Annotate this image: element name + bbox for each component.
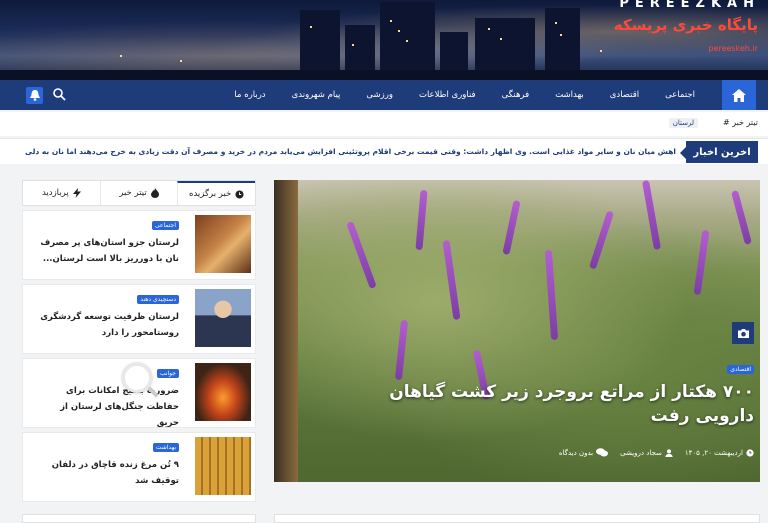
bell-icon [29,90,40,101]
list-item[interactable]: دستچیدی دهند لرستان ظرفیت توسعه گردشگری … [22,284,256,354]
user-icon [665,448,673,457]
gallery-button[interactable] [732,322,754,344]
news-title[interactable]: لرستان ظرفیت توسعه گردشگری روستامحور را … [39,309,179,341]
latest-news-bar: اخرین اخبار اهش میان نان و سایر مواد غذا… [0,138,768,164]
list-item[interactable]: اجتماعی لرستان جزو استان‌های پر مصرف نان… [22,210,256,280]
latest-news-arrow [680,147,686,159]
latest-news-label: اخرین اخبار [686,141,758,163]
nav-item-it[interactable]: فناوری اطلاعات [406,90,489,100]
nav-item-health[interactable]: بهداشت [542,90,597,100]
nav-item-culture[interactable]: فرهنگی [489,90,543,100]
nav-menu: اجتماعی اقتصادی بهداشت فرهنگی فناوری اطل… [221,80,708,110]
side-tabs: خبر برگزیده تیتر خبر پربازدید [22,180,256,206]
tab-popular[interactable]: پربازدید [23,181,100,205]
side-panel: خبر برگزیده تیتر خبر پربازدید اجتماعی لر… [22,180,258,502]
home-button[interactable] [722,80,756,110]
fire-icon [150,188,159,198]
hero-title[interactable]: ۷۰۰ هکتار از مراتع بروجرد زیر کشت گیاهان… [334,380,754,428]
news-thumbnail[interactable] [195,215,251,273]
post-comments[interactable]: بدون دیدگاه [559,448,609,457]
category-badge[interactable]: بهداشت [152,443,179,452]
magnifier-cursor [122,363,152,393]
nav-item-economy[interactable]: اقتصادی [597,90,652,100]
camera-icon [737,328,749,338]
nav-item-citizen[interactable]: پیام شهروندی [279,90,354,100]
notification-button[interactable] [26,87,43,104]
category-badge[interactable]: جوانب [156,369,179,378]
nav-item-social[interactable]: اجتماعی [652,90,708,100]
category-badge[interactable]: اقتصادی [727,365,754,374]
site-header: PEREEZKAH پایگاه خبری پریسکه pereeskeh.i… [0,0,768,80]
tab-headlines[interactable]: تیتر خبر [99,181,178,205]
post-date: اردیبهشت ۲۰, ۱۴۰۵ [685,449,754,457]
clock-icon [235,189,244,199]
nav-item-sports[interactable]: ورزشی [353,90,406,100]
site-url: pereeskeh.ir [708,44,758,53]
nav-item-about[interactable]: درباره ما [221,90,278,100]
home-icon [732,88,746,102]
hero-meta: اردیبهشت ۲۰, ۱۴۰۵ سجاد درویشی بدون دیدگا… [559,448,754,457]
next-widget-edge [22,514,256,523]
site-title[interactable]: پایگاه خبری پریسکه [614,16,758,34]
brand-wordmark[interactable]: PEREEZKAH [619,0,760,11]
ticker-label: تیتر خبر # [722,118,758,127]
ticker-bar: تیتر خبر # لرستان [0,112,768,136]
search-icon[interactable] [52,87,66,101]
hero-image [298,180,760,482]
news-title[interactable]: لرستان جزو استان‌های پر مصرف نان با دورر… [39,235,179,267]
news-title[interactable]: ضرورت بسیج امکانات برای حفاظت جنگل‌های ل… [39,383,179,431]
ticker-tag[interactable]: لرستان [668,118,698,128]
tab-featured[interactable]: خبر برگزیده [177,181,255,205]
prev-slide-edge[interactable] [274,180,298,482]
clock-icon [746,448,754,457]
category-badge[interactable]: دستچیدی دهند [137,295,179,304]
news-thumbnail[interactable] [195,437,251,495]
main-nav: اجتماعی اقتصادی بهداشت فرهنگی فناوری اطل… [0,80,768,110]
comments-icon [596,448,609,457]
news-title[interactable]: ۹ تُن مرغ زنده قاچاق در دلفان توقیف شد [39,457,179,489]
hero-article[interactable]: اقتصادی ۷۰۰ هکتار از مراتع بروجرد زیر کش… [274,180,760,482]
post-author[interactable]: سجاد درویشی [620,449,673,457]
bolt-icon [72,188,81,198]
latest-news-marquee[interactable]: اهش میان نان و سایر مواد غذایی است. وی ا… [20,147,676,156]
category-badge[interactable]: اجتماعی [151,221,179,230]
list-item[interactable]: بهداشت ۹ تُن مرغ زنده قاچاق در دلفان توق… [22,432,256,502]
news-thumbnail[interactable] [195,363,251,421]
next-section-edge [274,514,760,523]
news-thumbnail[interactable] [195,289,251,347]
